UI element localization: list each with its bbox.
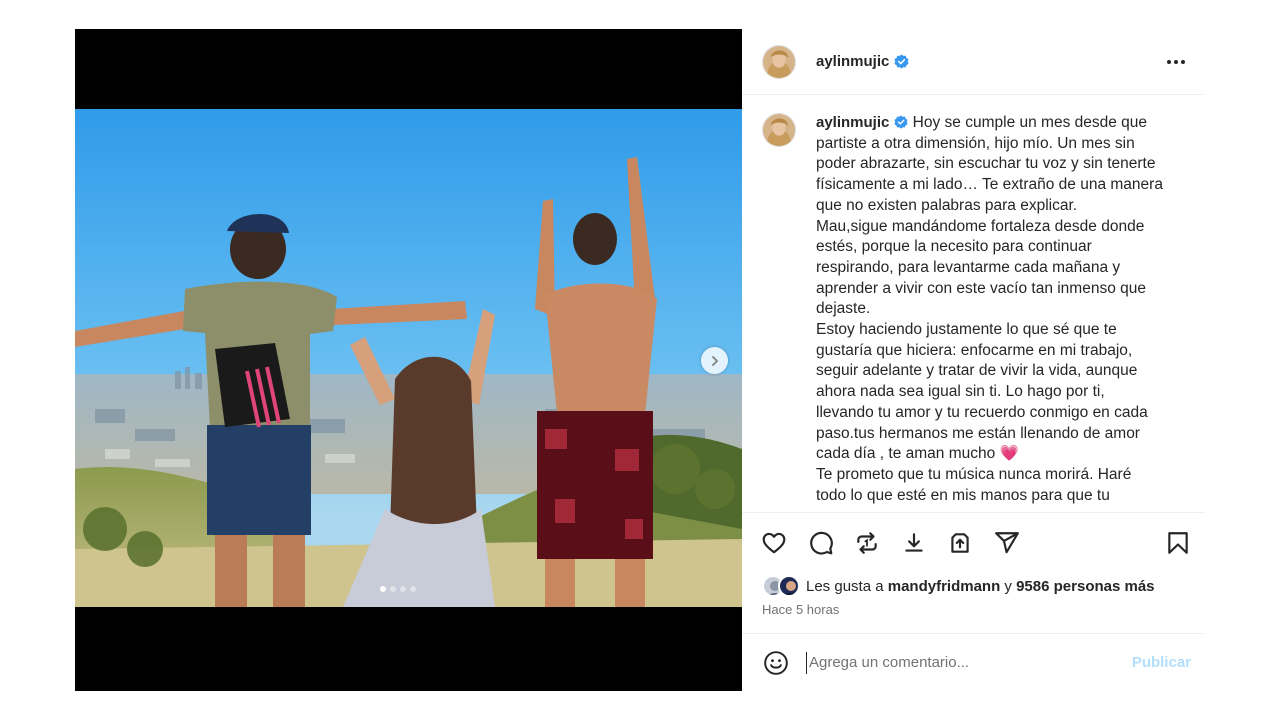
caption-line: aylinmujic Hoy se cumple un mes desde qu… bbox=[816, 113, 1178, 134]
caption-line: Estoy haciendo justamente lo que sé que … bbox=[816, 321, 1117, 339]
avatar[interactable] bbox=[762, 44, 796, 79]
caption-line: todo lo que esté en mis manos para que t… bbox=[816, 486, 1110, 504]
post-media bbox=[75, 29, 742, 691]
carousel-dot bbox=[400, 586, 406, 592]
post-photo[interactable] bbox=[75, 109, 742, 607]
share-icon bbox=[951, 532, 969, 553]
caption-line: llevando tu amor y tu recuerdo conmigo e… bbox=[816, 403, 1148, 421]
caption-text-line: cada día , te aman mucho bbox=[816, 445, 996, 463]
post-side-panel: aylinmujic aylinmujic Hoy se cumple un m… bbox=[742, 29, 1205, 691]
comment-bar: Publicar bbox=[742, 633, 1205, 691]
download-button[interactable] bbox=[900, 529, 928, 557]
caption-line: seguir adelante y tratar de vivir la vid… bbox=[816, 362, 1138, 380]
more-options-button[interactable] bbox=[1161, 54, 1191, 70]
dot-icon bbox=[1174, 59, 1178, 64]
post-timestamp[interactable]: Hace 5 horas bbox=[742, 600, 1205, 626]
caption-line: respirando, para levantarme cada mañana … bbox=[816, 258, 1121, 276]
carousel-dot bbox=[390, 586, 396, 592]
caption-area: aylinmujic Hoy se cumple un mes desde qu… bbox=[742, 95, 1205, 512]
caption-line: gustaría que hiciera: enfocarme en mi tr… bbox=[816, 341, 1133, 359]
caption-line: cada día , te aman mucho 💗 bbox=[816, 444, 1178, 465]
verified-badge-icon bbox=[894, 115, 908, 129]
next-slide-button[interactable] bbox=[701, 347, 728, 374]
save-button[interactable] bbox=[1164, 529, 1192, 557]
caption-line: aprender a vivir con este vacío tan inme… bbox=[816, 279, 1146, 297]
caption-line: partiste a otra dimensión, hijo mío. Un … bbox=[816, 134, 1135, 152]
chevron-right-icon bbox=[711, 355, 718, 366]
emoji-picker-button[interactable] bbox=[762, 649, 790, 677]
avatar[interactable] bbox=[762, 113, 796, 147]
caption-line: Te prometo que tu música nunca morirá. H… bbox=[816, 465, 1132, 483]
send-button[interactable] bbox=[993, 529, 1021, 557]
comment-button[interactable] bbox=[807, 529, 835, 557]
share-button[interactable] bbox=[946, 529, 974, 557]
bookmark-icon bbox=[1168, 531, 1188, 554]
verified-badge-icon bbox=[894, 54, 909, 69]
carousel-dot bbox=[380, 586, 386, 592]
publish-button[interactable]: Publicar bbox=[1132, 654, 1191, 671]
repost-button[interactable] bbox=[853, 529, 881, 557]
caption-line: poder abrazarte, sin escuchar tu voz y s… bbox=[816, 155, 1156, 173]
download-icon bbox=[904, 532, 923, 552]
smiley-icon bbox=[764, 650, 788, 675]
caption-line: físicamente a mi lado… Te extraño de una… bbox=[816, 176, 1163, 194]
action-bar bbox=[742, 512, 1205, 572]
dot-icon bbox=[1167, 59, 1171, 64]
first-liker-link[interactable]: mandyfridmann bbox=[888, 578, 1001, 595]
caption-line: paso.tus hermanos me están llenando de a… bbox=[816, 424, 1140, 442]
dot-icon bbox=[1181, 59, 1185, 64]
carousel-dot bbox=[410, 586, 416, 592]
comment-bubble-icon bbox=[809, 531, 833, 555]
caption-text: aylinmujic Hoy se cumple un mes desde qu… bbox=[816, 113, 1178, 512]
caption-username[interactable]: aylinmujic bbox=[816, 114, 889, 131]
likes-summary: Les gusta a mandyfridmann y 9586 persona… bbox=[742, 572, 1205, 600]
liker-avatars[interactable] bbox=[762, 575, 800, 597]
others-likes-link[interactable]: 9586 personas más bbox=[1016, 578, 1154, 595]
repost-icon bbox=[857, 531, 877, 554]
caption-line: Mau,sigue mandándome fortaleza desde don… bbox=[816, 217, 1145, 235]
likes-prefix: Les gusta a bbox=[806, 577, 884, 595]
like-button[interactable] bbox=[760, 529, 788, 557]
heart-emoji: 💗 bbox=[999, 445, 1019, 463]
caption-line: ahora nada sea igual sin ti. Lo hago por… bbox=[816, 383, 1105, 401]
username[interactable]: aylinmujic bbox=[816, 53, 889, 70]
post-header: aylinmujic bbox=[742, 29, 1205, 95]
caption-line: dejaste. bbox=[816, 300, 871, 318]
caption-text-line: Hoy se cumple un mes desde que bbox=[912, 114, 1148, 131]
send-icon bbox=[994, 531, 1019, 553]
caption-line: estés, porque la necesito para continuar bbox=[816, 238, 1092, 256]
carousel-dots bbox=[380, 586, 416, 592]
instagram-post: aylinmujic aylinmujic Hoy se cumple un m… bbox=[75, 29, 1205, 691]
avatar bbox=[778, 575, 800, 597]
comment-input[interactable] bbox=[806, 651, 1124, 674]
heart-icon bbox=[762, 532, 786, 553]
caption-line: que no existen palabras para explicar. bbox=[816, 196, 1078, 214]
likes-connector: y bbox=[1004, 577, 1012, 595]
